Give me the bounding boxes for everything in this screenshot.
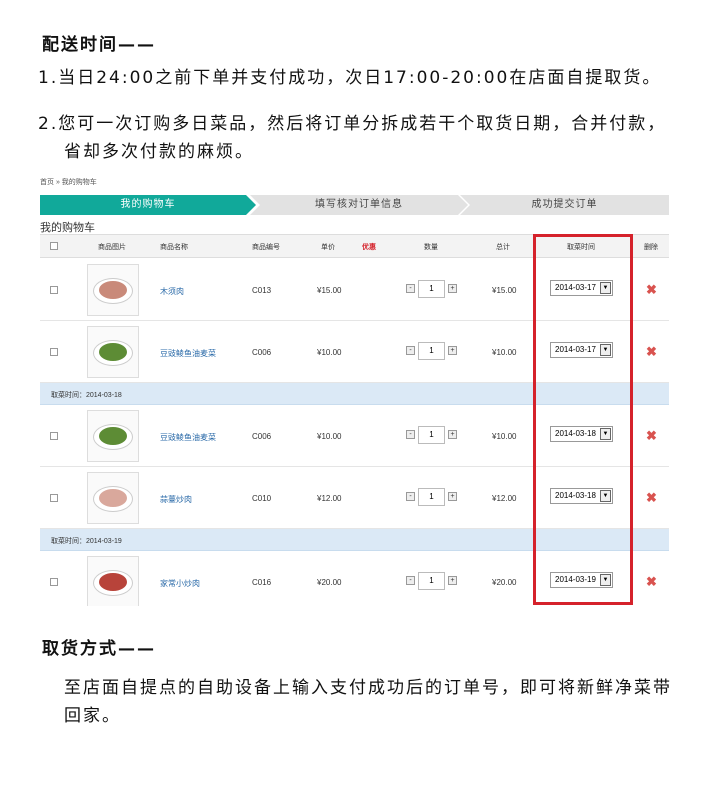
row-checkbox[interactable] — [50, 432, 58, 440]
checkout-steps: 我的购物车 填写核对订单信息 成功提交订单 — [40, 195, 669, 215]
qty-input[interactable]: 1 — [418, 572, 445, 590]
delete-icon[interactable]: ✖ — [646, 344, 657, 360]
select-all-checkbox[interactable] — [50, 242, 58, 250]
delivery-heading: 配送时间—— — [42, 35, 156, 55]
line-total: ¥10.00 — [492, 432, 517, 441]
qty-minus-button[interactable]: - — [406, 576, 415, 585]
quantity-stepper: - 1 + — [406, 426, 460, 444]
product-code: C016 — [252, 578, 272, 587]
product-image[interactable] — [87, 264, 139, 316]
unit-price: ¥15.00 — [317, 286, 342, 295]
col-total: 总计 — [496, 244, 510, 251]
unit-price: ¥10.00 — [317, 432, 342, 441]
quantity-stepper: - 1 + — [406, 280, 460, 298]
cart-title: 我的购物车 — [40, 222, 95, 234]
col-code: 商品编号 — [252, 244, 280, 251]
qty-input[interactable]: 1 — [418, 488, 445, 506]
product-name-link[interactable]: 木须肉 — [160, 286, 184, 297]
col-name: 商品名称 — [160, 244, 188, 251]
delete-icon[interactable]: ✖ — [646, 282, 657, 298]
qty-plus-button[interactable]: + — [448, 284, 457, 293]
qty-input[interactable]: 1 — [418, 342, 445, 360]
qty-minus-button[interactable]: - — [406, 284, 415, 293]
delete-icon[interactable]: ✖ — [646, 490, 657, 506]
breadcrumb[interactable]: 首页 » 我的购物车 — [40, 177, 97, 187]
quantity-stepper: - 1 + — [406, 488, 460, 506]
product-image[interactable] — [87, 556, 139, 606]
product-name-link[interactable]: 蒜薹炒肉 — [160, 494, 192, 505]
product-code: C006 — [252, 432, 272, 441]
line-total: ¥20.00 — [492, 578, 517, 587]
qty-minus-button[interactable]: - — [406, 492, 415, 501]
product-name-link[interactable]: 豆豉鲮鱼油麦菜 — [160, 348, 216, 359]
delivery-line-2b: 省却多次付款的麻烦。 — [64, 142, 254, 162]
delete-icon[interactable]: ✖ — [646, 428, 657, 444]
line-total: ¥15.00 — [492, 286, 517, 295]
unit-price: ¥12.00 — [317, 494, 342, 503]
col-image: 商品图片 — [98, 244, 126, 251]
row-checkbox[interactable] — [50, 494, 58, 502]
product-image[interactable] — [87, 472, 139, 524]
row-checkbox[interactable] — [50, 578, 58, 586]
product-image[interactable] — [87, 410, 139, 462]
line-total: ¥12.00 — [492, 494, 517, 503]
quantity-stepper: - 1 + — [406, 342, 460, 360]
row-checkbox[interactable] — [50, 286, 58, 294]
pickup-line-2: 回家。 — [64, 706, 121, 726]
qty-input[interactable]: 1 — [418, 280, 445, 298]
qty-minus-button[interactable]: - — [406, 346, 415, 355]
product-code: C010 — [252, 494, 272, 503]
unit-price: ¥20.00 — [317, 578, 342, 587]
product-image[interactable] — [87, 326, 139, 378]
delivery-line-2a: 2.您可一次订购多日菜品，然后将订单分拆成若干个取货日期，合并付款， — [38, 114, 667, 134]
col-price: 单价 — [321, 244, 335, 251]
line-total: ¥10.00 — [492, 348, 517, 357]
qty-minus-button[interactable]: - — [406, 430, 415, 439]
pickup-line-1: 至店面自提点的自助设备上输入支付成功后的订单号，即可将新鲜净菜带 — [64, 678, 672, 698]
quantity-stepper: - 1 + — [406, 572, 460, 590]
step-submit-order: 成功提交订单 — [460, 195, 669, 215]
qty-plus-button[interactable]: + — [448, 576, 457, 585]
pickup-heading: 取货方式—— — [42, 639, 156, 659]
col-delete: 删除 — [644, 244, 658, 251]
product-name-link[interactable]: 家常小炒肉 — [160, 578, 200, 589]
qty-plus-button[interactable]: + — [448, 492, 457, 501]
step-fill-order: 填写核对订单信息 — [250, 195, 468, 215]
row-checkbox[interactable] — [50, 348, 58, 356]
step-my-cart: 我的购物车 — [40, 195, 256, 215]
qty-input[interactable]: 1 — [418, 426, 445, 444]
pickup-group-label: 取菜时间：2014-03-18 — [51, 392, 122, 399]
pickup-time-highlight — [533, 234, 633, 605]
unit-price: ¥10.00 — [317, 348, 342, 357]
col-discount: 优惠 — [362, 244, 376, 251]
product-code: C013 — [252, 286, 272, 295]
delivery-line-1: 1.当日24:00之前下单并支付成功，次日17:00-20:00在店面自提取货。 — [38, 68, 662, 88]
product-name-link[interactable]: 豆豉鲮鱼油麦菜 — [160, 432, 216, 443]
product-code: C006 — [252, 348, 272, 357]
col-qty: 数量 — [424, 244, 438, 251]
delete-icon[interactable]: ✖ — [646, 574, 657, 590]
qty-plus-button[interactable]: + — [448, 346, 457, 355]
qty-plus-button[interactable]: + — [448, 430, 457, 439]
pickup-group-label: 取菜时间：2014-03-19 — [51, 538, 122, 545]
